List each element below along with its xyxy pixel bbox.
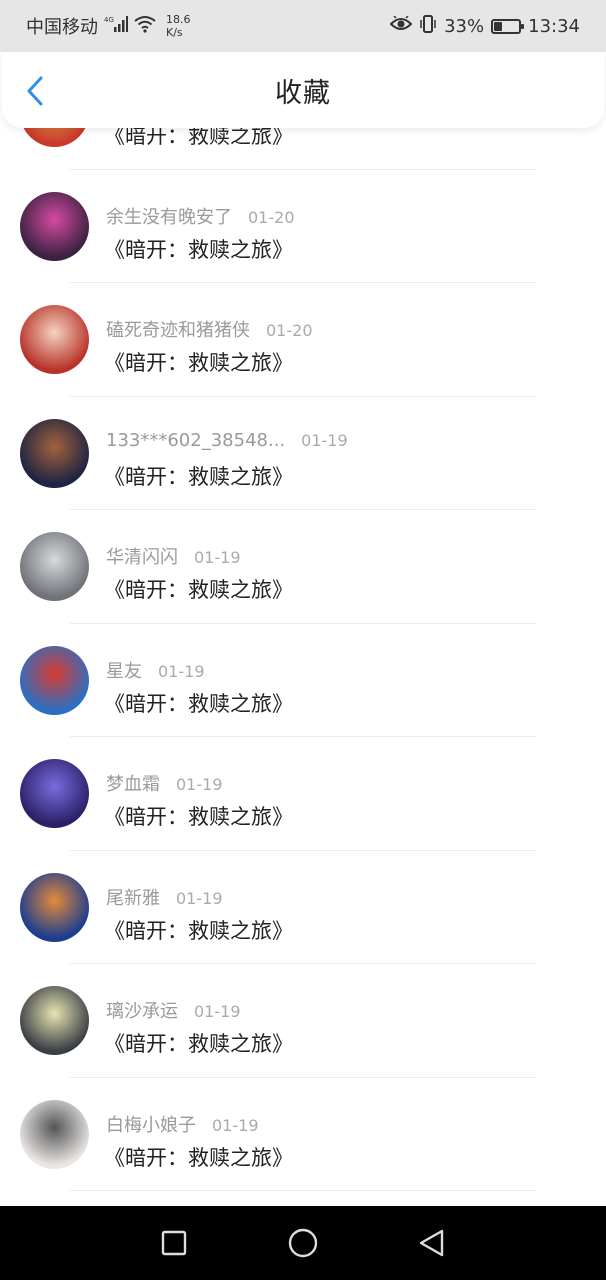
speed-unit: K/s	[166, 26, 183, 39]
post-date: 01-19	[176, 775, 223, 794]
back-nav-button[interactable]	[412, 1223, 452, 1263]
network-speed: 18.6 K/s	[166, 13, 191, 39]
home-button[interactable]	[283, 1223, 323, 1263]
eye-icon	[389, 14, 413, 37]
triangle-back-icon	[419, 1229, 443, 1257]
user-line: 华清闪闪 01-19	[106, 543, 241, 569]
avatar[interactable]	[20, 645, 89, 715]
navigation-bar	[0, 1206, 606, 1280]
screen: 中国移动 4G 18.6 K/s 33% 13:34 收藏 《暗开：救赎之旅》 …	[0, 0, 606, 1280]
recents-button[interactable]	[154, 1223, 194, 1263]
post-date: 01-19	[301, 430, 348, 450]
list-item[interactable]: 133***602_38548... 01-19 《暗开：救赎之旅》	[0, 397, 606, 510]
post-date: 01-19	[212, 1115, 259, 1135]
list-item[interactable]: 余生没有晚安了 01-20 《暗开：救赎之旅》	[0, 170, 606, 283]
status-bar: 中国移动 4G 18.6 K/s 33% 13:34	[0, 0, 606, 52]
status-right: 33% 13:34	[389, 14, 580, 39]
user-line: 133***602_38548... 01-19	[106, 430, 348, 451]
post-title[interactable]: 《暗开：救赎之旅》	[104, 234, 293, 264]
post-title[interactable]: 《暗开：救赎之旅》	[104, 915, 293, 945]
avatar[interactable]	[20, 986, 89, 1055]
user-name[interactable]: 磕死奇迹和猪猪侠	[106, 316, 250, 342]
user-line: 璃沙承运 01-19	[106, 997, 241, 1023]
battery-icon	[491, 18, 525, 34]
user-name[interactable]: 133***602_38548...	[106, 430, 285, 451]
vibrate-icon	[419, 14, 437, 39]
user-line: 白梅小娘子 01-19	[106, 1111, 259, 1137]
avatar[interactable]	[20, 191, 89, 261]
post-title[interactable]: 《暗开：救赎之旅》	[104, 1142, 293, 1172]
signal-icon: 4G	[104, 15, 128, 38]
post-title[interactable]: 《暗开：救赎之旅》	[104, 1028, 293, 1058]
avatar[interactable]	[20, 418, 89, 488]
post-title[interactable]: 《暗开：救赎之旅》	[104, 128, 293, 150]
square-recents-icon	[162, 1230, 187, 1256]
list-item[interactable]: 璃沙承运 01-19 《暗开：救赎之旅》	[0, 964, 606, 1078]
list-item[interactable]: 《暗开：救赎之旅》	[0, 128, 606, 170]
battery-percent: 33%	[444, 15, 485, 37]
post-date: 01-19	[158, 661, 205, 681]
status-left: 中国移动 4G 18.6 K/s	[26, 13, 191, 39]
post-date: 01-20	[248, 207, 295, 227]
user-name[interactable]: 白梅小娘子	[106, 1111, 196, 1137]
post-title[interactable]: 《暗开：救赎之旅》	[104, 688, 293, 718]
list-item[interactable]: 白梅小娘子 01-19 《暗开：救赎之旅》	[0, 1078, 606, 1191]
list-item[interactable]: 星友 01-19 《暗开：救赎之旅》	[0, 624, 606, 737]
avatar[interactable]	[20, 532, 89, 601]
list-item[interactable]: 华清闪闪 01-19 《暗开：救赎之旅》	[0, 510, 606, 624]
user-line: 余生没有晚安了 01-20	[106, 203, 295, 229]
user-line: 星友 01-19	[106, 657, 205, 683]
list-item[interactable]: 磕死奇迹和猪猪侠 01-20 《暗开：救赎之旅》	[0, 283, 606, 397]
user-name[interactable]: 梦血霜	[106, 770, 160, 796]
user-name[interactable]: 星友	[106, 657, 142, 683]
post-date: 01-20	[266, 321, 313, 340]
speed-value: 18.6	[166, 13, 191, 26]
user-name[interactable]: 余生没有晚安了	[106, 203, 232, 229]
post-date: 01-19	[176, 888, 223, 908]
post-title[interactable]: 《暗开：救赎之旅》	[104, 801, 293, 831]
header: 收藏	[2, 52, 604, 128]
user-name[interactable]: 尾新雅	[106, 884, 160, 910]
post-title[interactable]: 《暗开：救赎之旅》	[104, 461, 293, 491]
carrier-label: 中国移动	[26, 17, 98, 38]
list-item[interactable]: 尾新雅 01-19 《暗开：救赎之旅》	[0, 851, 606, 964]
user-line: 尾新雅 01-19	[106, 884, 223, 910]
post-date: 01-19	[194, 1002, 241, 1021]
avatar[interactable]	[20, 128, 89, 147]
clock: 13:34	[528, 15, 580, 37]
post-date: 01-19	[194, 548, 241, 567]
avatar[interactable]	[20, 1099, 89, 1169]
wifi-icon	[134, 15, 156, 38]
user-name[interactable]: 璃沙承运	[106, 997, 178, 1023]
user-line: 磕死奇迹和猪猪侠 01-20	[106, 316, 313, 342]
post-title[interactable]: 《暗开：救赎之旅》	[104, 574, 293, 604]
battery-fill	[494, 21, 503, 31]
favorites-list: 《暗开：救赎之旅》 余生没有晚安了 01-20 《暗开：救赎之旅》 磕死奇迹和猪猪侠 01…	[0, 128, 606, 1206]
favorites-list-inner: 《暗开：救赎之旅》 余生没有晚安了 01-20 《暗开：救赎之旅》 磕死奇迹和猪猪侠 01…	[0, 128, 606, 1191]
avatar[interactable]	[20, 872, 89, 942]
avatar[interactable]	[20, 305, 89, 374]
post-title[interactable]: 《暗开：救赎之旅》	[104, 347, 293, 377]
user-name[interactable]: 华清闪闪	[106, 543, 178, 569]
svg-text:4G: 4G	[104, 16, 114, 24]
avatar[interactable]	[20, 759, 89, 828]
user-line: 梦血霜 01-19	[106, 770, 223, 796]
chevron-left-icon	[27, 76, 43, 106]
page-title: 收藏	[275, 77, 331, 109]
divider	[70, 1190, 536, 1191]
list-item[interactable]: 梦血霜 01-19 《暗开：救赎之旅》	[0, 737, 606, 851]
circle-home-icon	[288, 1228, 318, 1258]
back-button[interactable]	[22, 76, 48, 106]
